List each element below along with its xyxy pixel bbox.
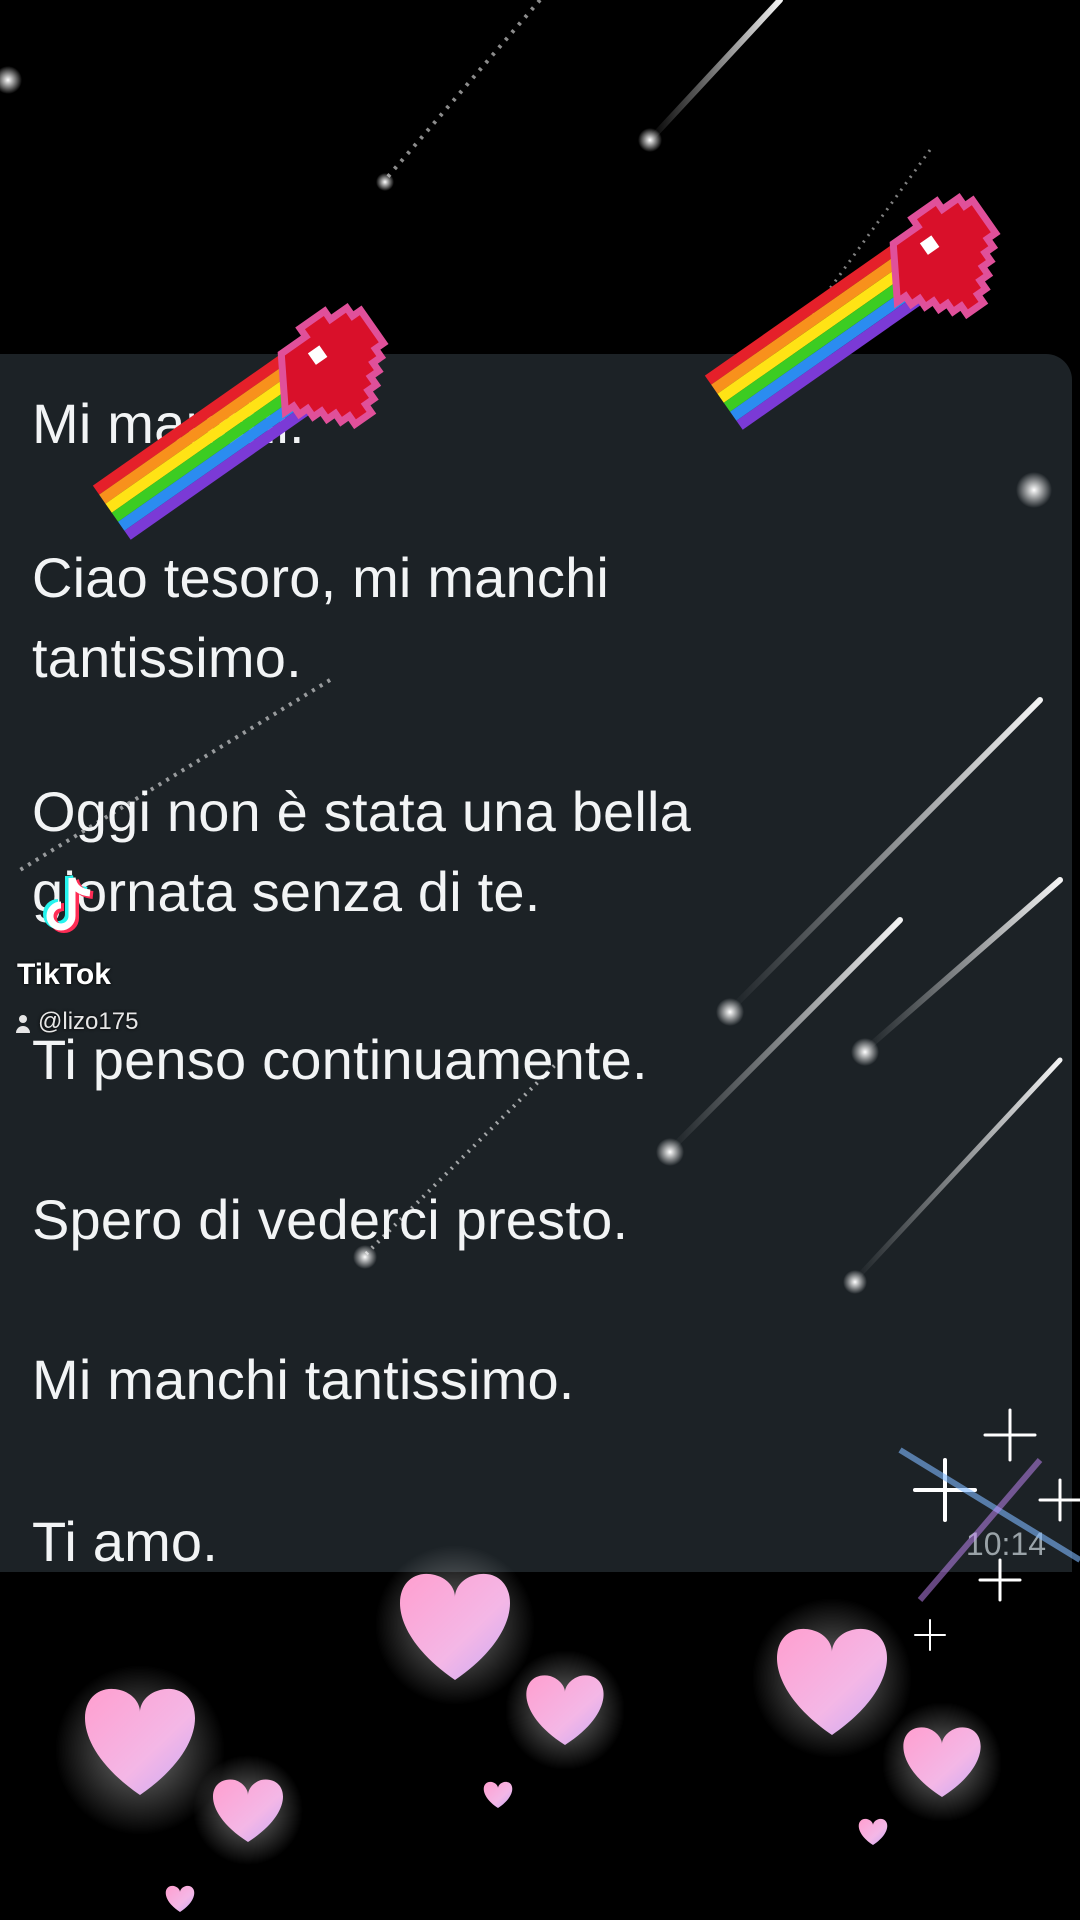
message-line: Spero di vederci presto. — [32, 1188, 629, 1251]
message-line: Mi manchi. — [32, 392, 305, 455]
sparkle-icon — [0, 66, 22, 94]
shooting-star-icon — [376, 0, 542, 191]
pink-heart-icon — [165, 1885, 195, 1912]
message-line: Ciao tesoro, mi manchi — [32, 546, 610, 609]
shooting-star-icon — [638, 0, 783, 152]
pink-heart-icon — [882, 1702, 1002, 1822]
pink-heart-icon — [505, 1650, 625, 1770]
pink-heart-icon — [193, 1755, 303, 1865]
pink-heart-icon — [858, 1818, 888, 1845]
username-text: @lizo175 — [38, 1008, 139, 1035]
message-timestamp: 10:14 — [965, 1526, 1046, 1562]
tiktok-brand-label: TikTok — [17, 958, 111, 991]
message-line: Oggi non è stata una bella — [32, 780, 692, 843]
shooting-star-icon — [798, 149, 932, 331]
message-line: Mi manchi tantissimo. — [32, 1348, 575, 1411]
tiktok-username: @lizo175 — [16, 1008, 138, 1036]
video-frame: Mi manchi. Ciao tesoro, mi manchi tantis… — [0, 0, 1080, 1920]
pink-heart-icon — [483, 1781, 513, 1808]
tiktok-logo-icon — [43, 874, 94, 933]
message-bubble: Mi manchi. Ciao tesoro, mi manchi tantis… — [0, 354, 1072, 1572]
message-line: Ti amo. — [32, 1510, 219, 1572]
pink-heart-icon — [55, 1665, 225, 1835]
user-icon — [16, 1014, 30, 1033]
message-line: tantissimo. — [32, 626, 302, 689]
pink-heart-icon — [752, 1598, 912, 1758]
message-line: giornata senza di te. — [32, 860, 541, 923]
